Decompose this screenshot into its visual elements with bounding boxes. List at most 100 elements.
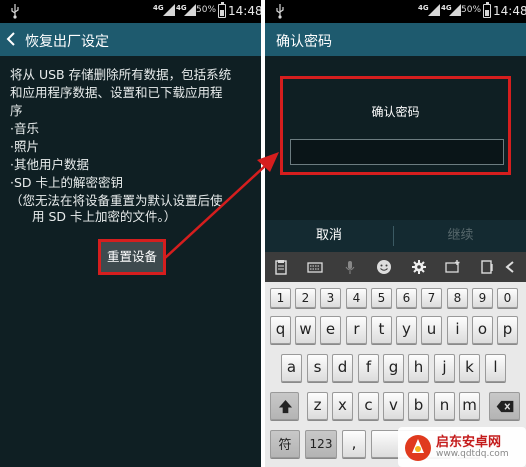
- key-q[interactable]: q: [270, 316, 291, 344]
- key-label: c: [364, 396, 373, 414]
- body-line-1: 将从 USB 存储删除所有数据，包括系统: [10, 67, 232, 82]
- watermark-url: www.qdtdq.com: [436, 449, 509, 459]
- signal-icon: [428, 4, 440, 16]
- clock: 14:48: [228, 4, 261, 18]
- key-p[interactable]: p: [497, 316, 518, 344]
- battery-icon: [483, 2, 491, 18]
- body-line-4: ·音乐: [10, 121, 39, 136]
- cancel-button[interactable]: 取消: [265, 220, 393, 252]
- key-6[interactable]: 6: [396, 288, 417, 308]
- key-x[interactable]: x: [332, 392, 353, 420]
- key-8[interactable]: 8: [447, 288, 468, 308]
- key-label: w: [299, 320, 312, 338]
- key-o[interactable]: o: [472, 316, 493, 344]
- key-f[interactable]: f: [358, 354, 379, 382]
- keyboard-toolbar: [265, 252, 526, 282]
- key-label: g: [388, 358, 399, 376]
- reset-device-button[interactable]: 重置设备: [101, 242, 163, 272]
- page-title: 恢复出厂设定: [25, 34, 109, 50]
- confirm-password-screen: 4G 4G 50% 14:48 确认密码 确认密码 取消 继续 1 2 3 4 …: [265, 0, 526, 467]
- signal-icon-2: [184, 4, 196, 16]
- key-2[interactable]: 2: [295, 288, 316, 308]
- key-label: j: [442, 358, 447, 376]
- key-s[interactable]: s: [307, 354, 328, 382]
- key-label: q: [275, 320, 286, 338]
- key-r[interactable]: r: [346, 316, 367, 344]
- shift-key[interactable]: [270, 392, 299, 420]
- key-b[interactable]: b: [408, 392, 429, 420]
- key-j[interactable]: j: [434, 354, 455, 382]
- key-label: l: [493, 358, 498, 376]
- key-label: k: [465, 358, 474, 376]
- body-line-3: 序: [10, 103, 23, 118]
- key-label: y: [402, 320, 411, 338]
- password-input[interactable]: [290, 139, 504, 165]
- key-4[interactable]: 4: [346, 288, 367, 308]
- action-bar: 恢复出厂设定: [0, 23, 261, 56]
- battery-percent: 50%: [461, 5, 482, 15]
- key-label: u: [426, 320, 437, 338]
- confirm-password-panel: 确认密码: [280, 76, 511, 175]
- body-line-2: 和应用程序数据、设置和已下载应用程: [10, 85, 223, 100]
- key-label: p: [502, 320, 513, 338]
- clock: 14:48: [493, 4, 526, 18]
- key-label: m: [462, 396, 477, 414]
- key-c[interactable]: c: [358, 392, 379, 420]
- body-line-5: ·照片: [10, 139, 39, 154]
- key-3[interactable]: 3: [320, 288, 341, 308]
- microphone-icon[interactable]: [342, 259, 358, 275]
- key-label: s: [313, 358, 322, 376]
- key-7[interactable]: 7: [421, 288, 442, 308]
- key-y[interactable]: y: [396, 316, 417, 344]
- settings-icon[interactable]: [411, 259, 427, 275]
- back-icon[interactable]: [5, 31, 17, 47]
- key-1[interactable]: 1: [270, 288, 291, 308]
- battery-percent: 50%: [196, 5, 217, 15]
- key-label: 123: [309, 437, 333, 451]
- key-5[interactable]: 5: [371, 288, 392, 308]
- key-z[interactable]: z: [307, 392, 328, 420]
- key-9[interactable]: 9: [472, 288, 493, 308]
- key-e[interactable]: e: [320, 316, 341, 344]
- clipboard-icon[interactable]: [273, 259, 289, 275]
- key-l[interactable]: l: [485, 354, 506, 382]
- keyboard-layout-icon[interactable]: [445, 259, 461, 275]
- continue-button[interactable]: 继续: [395, 220, 526, 252]
- comma-key[interactable]: ,: [342, 430, 366, 458]
- key-h[interactable]: h: [408, 354, 429, 382]
- key-0[interactable]: 0: [497, 288, 518, 308]
- key-m[interactable]: m: [459, 392, 480, 420]
- key-label: z: [313, 396, 322, 414]
- key-g[interactable]: g: [383, 354, 404, 382]
- usb-icon: [276, 4, 284, 19]
- numbers-key[interactable]: 123: [305, 430, 337, 458]
- key-w[interactable]: w: [295, 316, 316, 344]
- key-label: ,: [351, 434, 357, 452]
- key-i[interactable]: i: [447, 316, 468, 344]
- key-label: i: [455, 320, 460, 338]
- emoji-icon[interactable]: [376, 259, 392, 275]
- keyboard-icon[interactable]: [307, 259, 323, 275]
- collapse-icon[interactable]: [502, 259, 518, 275]
- key-label: a: [286, 358, 297, 376]
- status-bar: 4G 4G 50% 14:48: [265, 0, 526, 23]
- key-n[interactable]: n: [434, 392, 455, 420]
- symbols-key[interactable]: 符: [270, 430, 300, 458]
- key-label: t: [378, 320, 385, 338]
- backspace-key[interactable]: [489, 392, 520, 420]
- backspace-icon: [496, 400, 514, 413]
- key-label: n: [439, 396, 450, 414]
- handwriting-icon[interactable]: [479, 259, 495, 275]
- key-label: h: [413, 358, 424, 376]
- action-bar: 确认密码: [265, 23, 526, 56]
- signal-icon-2: [449, 4, 461, 16]
- key-a[interactable]: a: [281, 354, 302, 382]
- key-d[interactable]: d: [332, 354, 353, 382]
- key-k[interactable]: k: [459, 354, 480, 382]
- key-u[interactable]: u: [421, 316, 442, 344]
- key-v[interactable]: v: [383, 392, 404, 420]
- factory-reset-screen: 4G 4G 50% 14:48 恢复出厂设定 将从 USB 存储删除所有数据，包…: [0, 0, 261, 467]
- key-t[interactable]: t: [371, 316, 392, 344]
- watermark: 启东安卓网 www.qdtdq.com: [398, 427, 526, 467]
- shift-icon: [278, 399, 293, 414]
